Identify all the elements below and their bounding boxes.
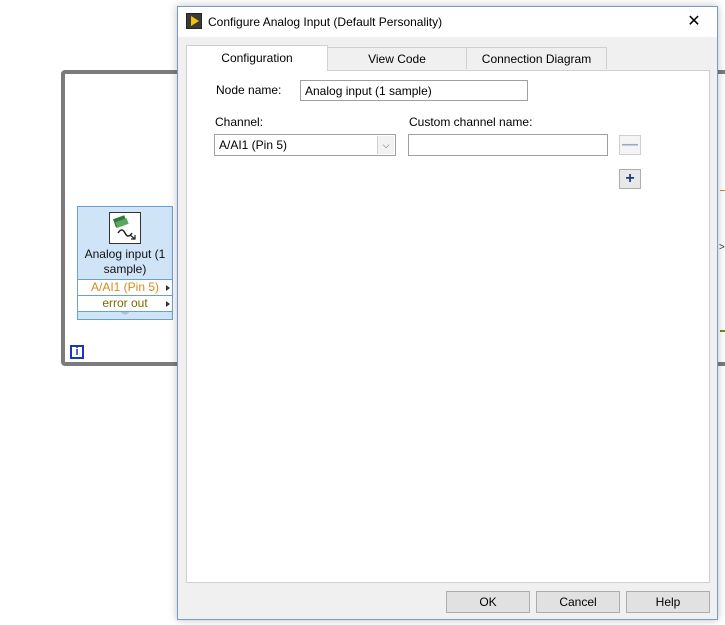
channel-label: Channel: [215, 115, 264, 129]
minus-icon: — [622, 136, 638, 153]
wire-arrow-icon: > [719, 242, 725, 253]
ok-button[interactable]: OK [446, 591, 530, 613]
error-out-terminal-label: error out [102, 296, 148, 310]
cancel-button[interactable]: Cancel [536, 591, 620, 613]
channel-terminal-label: A/AI1 (Pin 5) [90, 280, 160, 294]
expand-chevron-icon[interactable]: ︾ [78, 312, 172, 320]
custom-channel-name-input[interactable] [408, 134, 608, 156]
dialog-title: Configure Analog Input (Default Personal… [208, 15, 443, 29]
tab-configuration[interactable]: Configuration [186, 45, 328, 71]
add-channel-button[interactable]: + [619, 169, 641, 189]
analog-input-node[interactable]: Analog input (1 sample) A/AI1 (Pin 5) er… [77, 206, 173, 320]
wire-segment [720, 190, 725, 191]
node-title: Analog input (1 sample) [84, 247, 166, 276]
remove-channel-button[interactable]: — [619, 135, 641, 155]
wire-segment [720, 330, 725, 332]
tab-view-code[interactable]: View Code [327, 47, 467, 69]
labview-app-icon [186, 13, 202, 29]
dialog-titlebar[interactable]: Configure Analog Input (Default Personal… [178, 7, 717, 37]
plus-icon: + [625, 170, 635, 187]
node-name-label: Node name: [216, 83, 282, 97]
channel-select-value: A/AI1 (Pin 5) [219, 138, 288, 152]
custom-channel-name-label: Custom channel name: [409, 115, 533, 129]
terminal-arrow-icon [166, 301, 170, 307]
analog-input-icon [109, 212, 141, 244]
error-out-terminal[interactable]: error out [78, 295, 172, 312]
tab-connection-diagram[interactable]: Connection Diagram [466, 47, 607, 69]
chevron-down-icon[interactable]: ⌵ [377, 136, 394, 154]
close-button[interactable]: ✕ [671, 7, 717, 37]
close-icon: ✕ [687, 13, 701, 30]
channel-select[interactable]: A/AI1 (Pin 5) ⌵ [214, 134, 396, 156]
configuration-panel: Node name: Analog input (1 sample) Chann… [186, 70, 710, 583]
configure-analog-input-dialog: Configure Analog Input (Default Personal… [177, 6, 718, 620]
tab-bar: Configuration View Code Connection Diagr… [186, 45, 710, 71]
terminal-arrow-icon [166, 285, 170, 291]
node-name-input[interactable]: Analog input (1 sample) [300, 80, 528, 101]
channel-terminal[interactable]: A/AI1 (Pin 5) [78, 279, 172, 295]
iteration-terminal: i [70, 345, 84, 359]
help-button[interactable]: Help [626, 591, 710, 613]
